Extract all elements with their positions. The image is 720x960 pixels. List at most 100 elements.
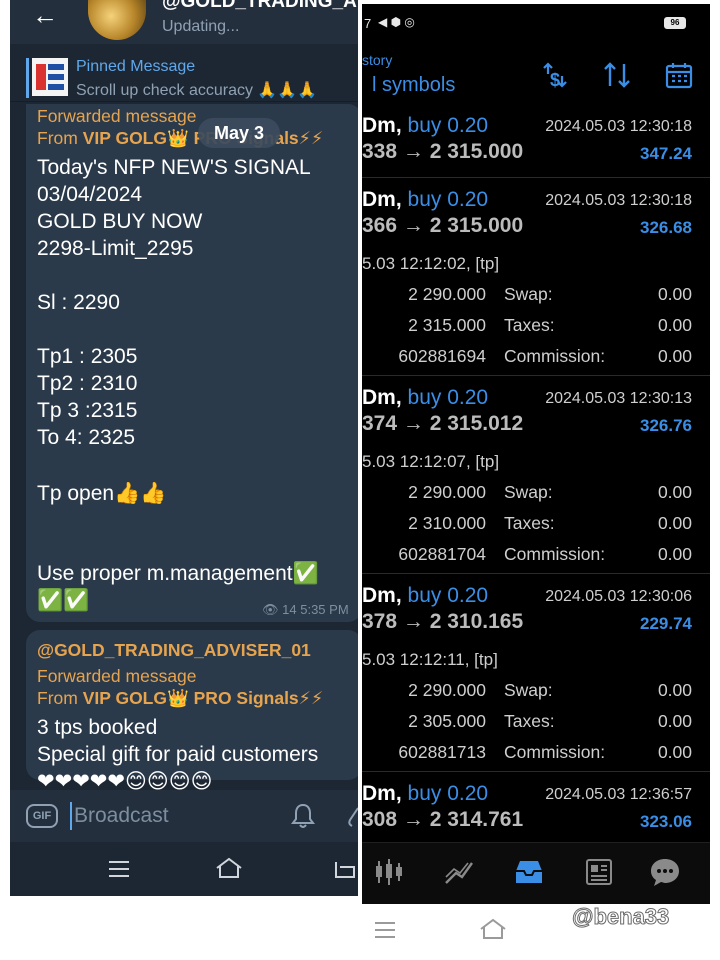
status-time: 7 [364, 16, 372, 31]
trade-detail-row: 2 315.000 Taxes: 0.00 [362, 315, 710, 345]
battery-icon: 96 [664, 17, 686, 29]
back-arrow-icon[interactable]: ← [32, 2, 58, 28]
home-icon[interactable] [214, 856, 244, 880]
deposit-icon[interactable]: $ [538, 60, 568, 90]
trade-open-time: 5.03 12:12:02, [tp] [362, 254, 500, 273]
pinned-title: Pinned Message [76, 58, 196, 75]
avatar[interactable] [88, 0, 146, 40]
symbols-filter[interactable]: l symbols [372, 74, 455, 97]
trade-symbol: Dm, buy 0.20 [362, 114, 488, 138]
trade-detail-row: 2 290.000 Swap: 0.00 [362, 482, 710, 512]
date-chip: May 3 [198, 118, 280, 148]
bottom-tab-bar [362, 842, 710, 904]
message-meta: 👁 14 5:35 PM [262, 602, 349, 618]
message-line: Today's NFP NEW'S SIGNAL [37, 156, 311, 179]
chat-title[interactable]: @GOLD_TRADING_AD [162, 0, 358, 13]
from-prefix: From [37, 688, 83, 708]
trade-row[interactable]: Dm, buy 0.20 2024.05.03 12:36:57 308 → 2… [362, 782, 710, 842]
message-line: 2298-Limit_2295 [37, 237, 194, 260]
calendar-icon[interactable] [664, 60, 694, 90]
detail-label: Commission: [504, 544, 606, 564]
trade-detail-row: 602881694 Commission: 0.00 [362, 346, 710, 376]
trade-profit: 347.24 [640, 144, 692, 163]
detail-label: Swap: [504, 284, 553, 304]
message-time: 5:35 PM [300, 602, 349, 617]
message-bubble[interactable]: Forwarded message From VIP GOLG👑 PRO Sig… [26, 104, 358, 622]
bell-icon[interactable] [290, 802, 316, 830]
trade-time: 2024.05.03 12:30:18 [545, 192, 692, 209]
gif-icon[interactable]: GIF [26, 804, 58, 828]
pinned-message-bar[interactable]: Pinned Message Scroll up check accuracy … [10, 52, 358, 102]
trade-tab-icon[interactable] [442, 855, 476, 889]
home-icon[interactable] [478, 917, 508, 941]
detail-price: 2 305.000 [408, 711, 486, 731]
detail-value: 0.00 [657, 284, 692, 304]
trade-detail-row: 2 310.000 Taxes: 0.00 [362, 513, 710, 543]
message-line: Sl : 2290 [37, 291, 120, 314]
forwarded-from[interactable]: From VIP GOLG👑 PRO Signals⚡⚡ [37, 688, 323, 709]
trade-profit: 326.68 [640, 218, 692, 237]
message-line: Tp open👍👍 [37, 482, 167, 505]
message-author[interactable]: @GOLD_TRADING_ADVISER_01 [37, 640, 311, 661]
trade-detail-row: 602881713 Commission: 0.00 [362, 742, 710, 772]
detail-price: 2 290.000 [408, 482, 486, 502]
message-line: Use proper m.management✅ [37, 562, 319, 585]
trade-price: 366 → 2 315.000 [362, 214, 524, 237]
menu-icon[interactable] [108, 860, 130, 878]
message-line: 03/04/2024 [37, 183, 143, 206]
message-line: 3 tps booked [37, 716, 158, 739]
trade-profit: 229.74 [640, 614, 692, 633]
detail-label: Swap: [504, 482, 553, 502]
detail-label: Commission: [504, 742, 606, 762]
trade-row[interactable]: Dm, buy 0.20 2024.05.03 12:30:18 338 → 2… [362, 114, 710, 178]
mt5-panel: 7 ◀ ⬢ ◎ 96 story l symbols $ Dm, buy 0.2… [362, 4, 710, 904]
quotes-tab-icon[interactable] [372, 855, 406, 889]
forwarded-label: Forwarded message [37, 666, 197, 686]
detail-price: 2 290.000 [408, 284, 486, 304]
status-icons: ◀ ⬢ ◎ [378, 15, 415, 29]
pinned-text: Scroll up check accuracy 🙏🙏🙏 [76, 82, 318, 99]
trade-side: buy 0.20 [407, 188, 489, 211]
detail-label: Taxes: [504, 315, 555, 335]
watermark: @bena33 [571, 904, 670, 930]
trade-price: 374 → 2 315.012 [362, 412, 524, 435]
symbol-text: Dm, [362, 114, 402, 137]
trade-detail-row: 2 290.000 Swap: 0.00 [362, 680, 710, 710]
trade-row[interactable]: Dm, buy 0.20 2024.05.03 12:30:06 378 → 2… [362, 584, 710, 772]
back-icon[interactable] [332, 858, 358, 880]
trade-symbol: Dm, buy 0.20 [362, 782, 488, 806]
message-bubble[interactable]: @GOLD_TRADING_ADVISER_01 Forwarded messa… [26, 630, 358, 793]
composer-bar: GIF [10, 790, 358, 842]
detail-value: 0.00 [657, 711, 692, 731]
pinned-indicator [26, 58, 29, 98]
detail-price: 2 290.000 [408, 680, 486, 700]
forwarded-from[interactable]: From VIP GOLG👑 PRO Signals⚡⚡ [37, 128, 323, 149]
menu-icon[interactable] [374, 921, 396, 939]
symbol-text: Dm, [362, 584, 402, 607]
android-nav-bar [10, 842, 358, 896]
view-count: 14 [282, 602, 297, 617]
sort-icon[interactable] [602, 60, 632, 90]
news-tab-icon[interactable] [582, 855, 616, 889]
broadcast-input[interactable] [70, 802, 270, 830]
trade-detail-row: 602881704 Commission: 0.00 [362, 544, 710, 574]
message-line: Tp2 : 2310 [37, 372, 138, 395]
attach-icon[interactable] [346, 804, 358, 830]
trade-open-time: 5.03 12:12:07, [tp] [362, 452, 500, 471]
detail-ticket: 602881713 [398, 742, 486, 762]
trade-profit: 323.06 [640, 812, 692, 831]
detail-value: 0.00 [657, 346, 692, 366]
detail-price: 2 315.000 [408, 315, 486, 335]
detail-ticket: 602881694 [398, 346, 486, 366]
message-line: Tp 3 :2315 [37, 399, 138, 422]
trade-side: buy 0.20 [407, 114, 489, 137]
symbol-text: Dm, [362, 386, 402, 409]
detail-value: 0.00 [657, 742, 692, 762]
trade-symbol: Dm, buy 0.20 [362, 386, 488, 410]
trade-row[interactable]: Dm, buy 0.20 2024.05.03 12:30:18 366 → 2… [362, 188, 710, 376]
message-line: To 4: 2325 [37, 426, 136, 449]
history-tab-icon[interactable] [512, 855, 546, 889]
trade-price: 378 → 2 310.165 [362, 610, 524, 633]
trade-row[interactable]: Dm, buy 0.20 2024.05.03 12:30:13 374 → 2… [362, 386, 710, 574]
chat-tab-icon[interactable] [648, 855, 682, 889]
